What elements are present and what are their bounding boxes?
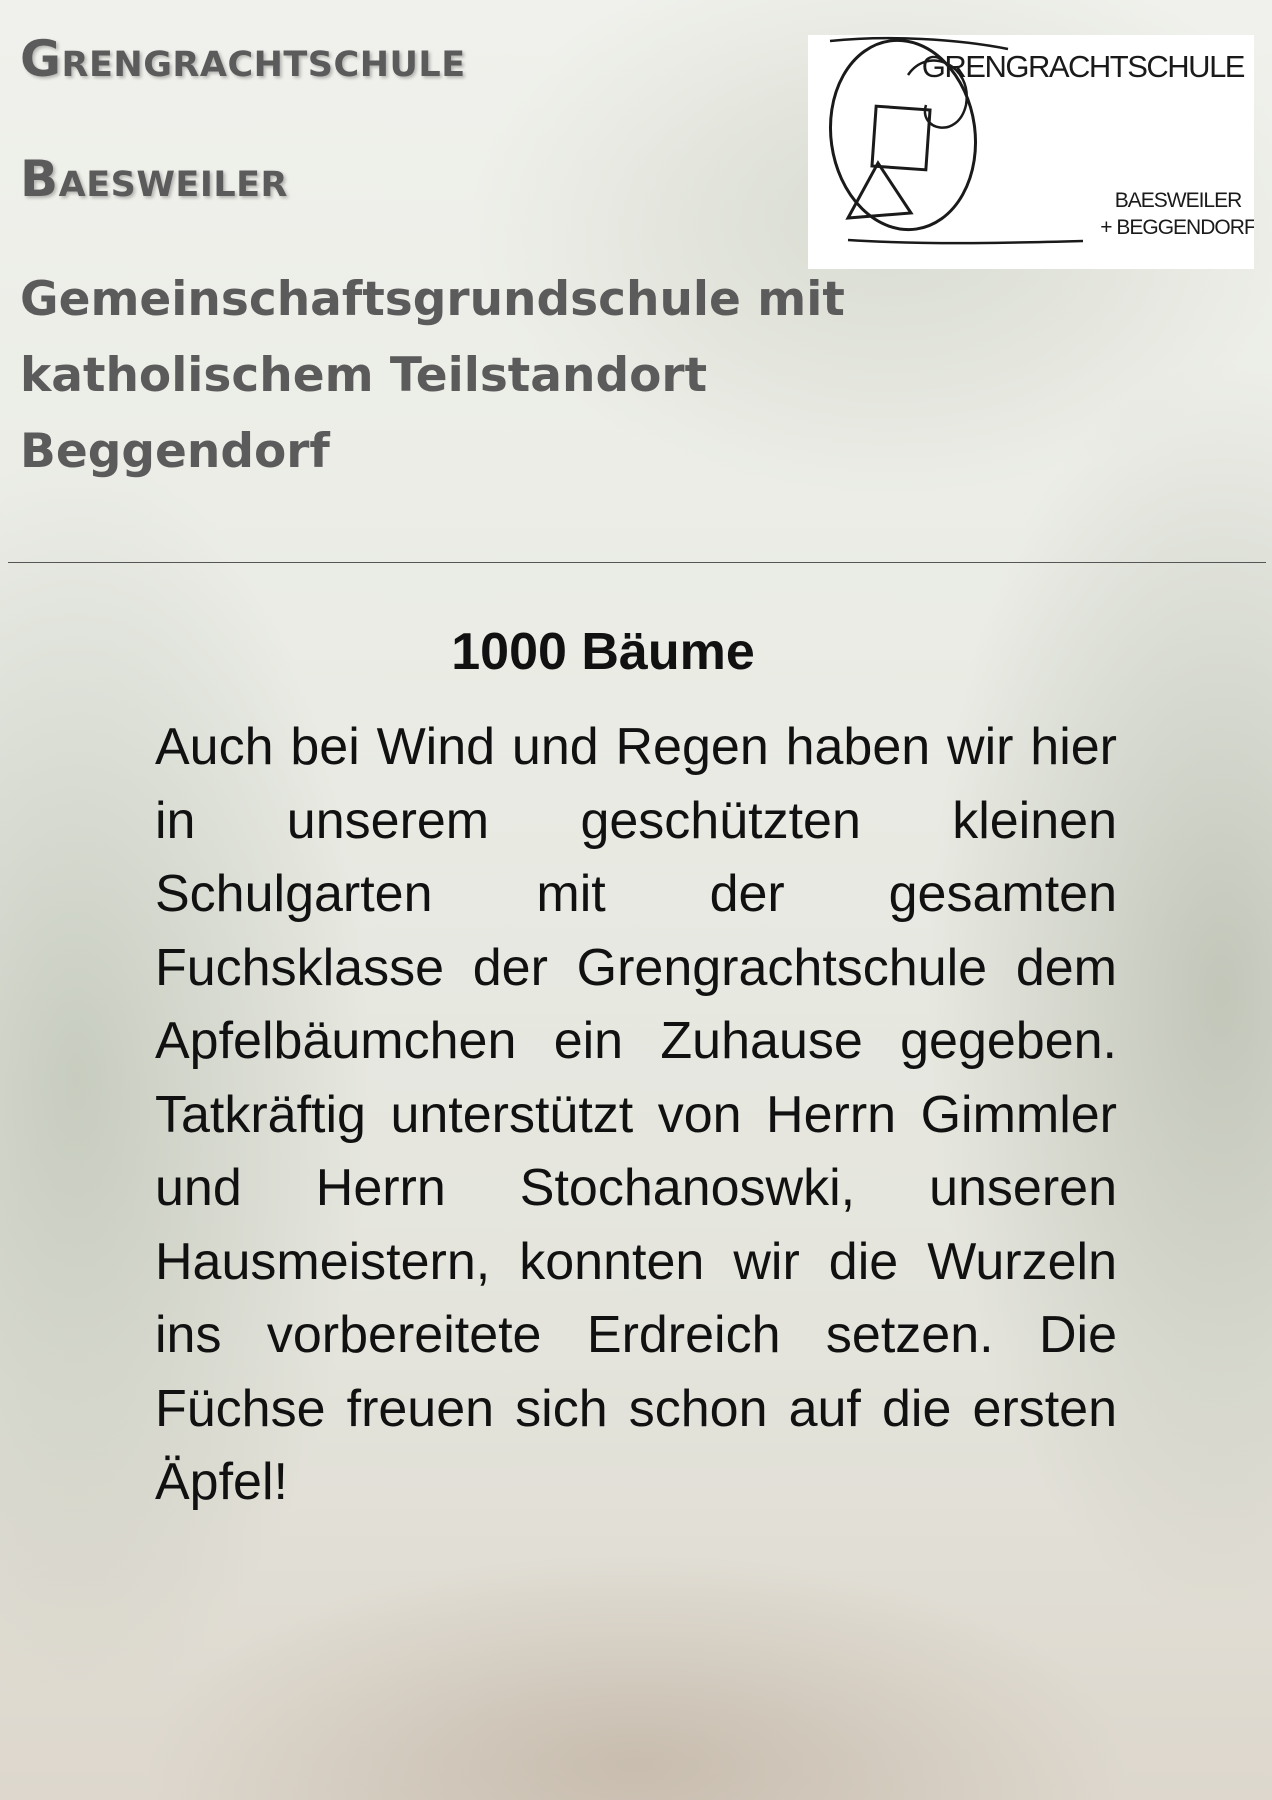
logo-square-shape xyxy=(870,104,932,172)
school-logo: GRENGRACHTSCHULE BAESWEILER + BEGGENDORF xyxy=(808,35,1254,269)
article-body: Auch bei Wind und Regen haben wir hier i… xyxy=(155,718,1117,1511)
header-divider xyxy=(8,562,1266,563)
logo-bottom-line xyxy=(847,238,1084,245)
logo-location-line-1: BAESWEILER xyxy=(1115,189,1242,212)
school-subtitle: Gemeinschaftsgrundschule mit katholische… xyxy=(20,262,920,490)
school-name-line-2: Baesweiler xyxy=(20,150,289,208)
subtitle-line-1: Gemeinschaftsgrundschule mit xyxy=(20,272,845,327)
logo-location-line-2: + BEGGENDORF xyxy=(1100,216,1254,239)
subtitle-line-2: katholischem Teilstandort xyxy=(20,348,708,403)
logo-triangle-shape xyxy=(845,160,914,220)
subtitle-line-3: Beggendorf xyxy=(20,424,330,479)
school-name: Grengrachtschule Baesweiler xyxy=(20,18,780,258)
article-title: 1000 Bäume xyxy=(451,623,755,681)
logo-title: GRENGRACHTSCHULE xyxy=(922,49,1245,84)
document-page: Grengrachtschule Baesweiler Gemeinschaft… xyxy=(0,0,1272,1800)
school-name-line-1: Grengrachtschule xyxy=(20,30,466,88)
